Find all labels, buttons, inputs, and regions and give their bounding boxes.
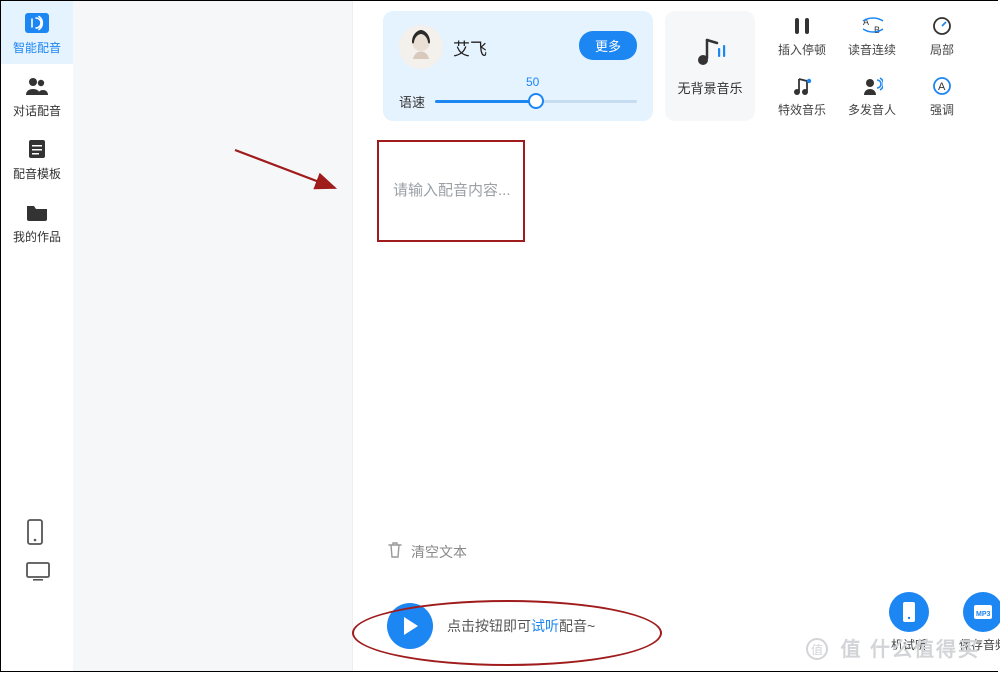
phone-icon[interactable] <box>25 518 49 542</box>
bgm-label: 无背景音乐 <box>677 78 742 97</box>
tools-group: 插入停顿 AB 读音连续 局部 特效音乐 多发音人 A 强调 <box>767 11 1000 121</box>
svg-text:B: B <box>874 25 880 35</box>
tool-sfx[interactable]: 特效音乐 <box>767 71 837 121</box>
tool-local[interactable]: 局部 <box>907 11 977 61</box>
ab-icon: AB <box>861 15 883 37</box>
music-icon <box>791 75 813 97</box>
phone-filled-icon <box>900 600 918 624</box>
desktop-icon[interactable] <box>25 560 49 584</box>
voice-name: 艾飞 <box>453 35 487 60</box>
nav-smart-voice[interactable]: 智能配音 <box>1 1 73 64</box>
nav-label: 配音模板 <box>13 165 61 182</box>
pause-icon <box>791 15 813 37</box>
play-icon <box>400 615 420 637</box>
play-hint: 点击按钮即可试听配音~ <box>447 616 595 636</box>
voice-card: 艾飞 更多 语速 50 <box>383 11 653 121</box>
phone-preview-button[interactable]: 机试听 <box>889 592 929 653</box>
play-row: 点击按钮即可试听配音~ <box>387 603 595 649</box>
speed-value: 50 <box>526 75 539 89</box>
mp3-icon: MP3 <box>972 602 994 622</box>
voice-more-button[interactable]: 更多 <box>579 31 637 60</box>
music-note-icon <box>695 36 725 66</box>
speed-row: 语速 50 <box>399 91 637 111</box>
save-row: 机试听 MP3 保存音频 <box>889 592 1000 653</box>
play-button[interactable] <box>387 603 433 649</box>
svg-text:A: A <box>938 81 946 93</box>
sidebar-secondary-panel <box>73 1 353 671</box>
trash-icon <box>387 541 403 562</box>
gauge-icon <box>931 15 953 37</box>
tool-multi-speaker[interactable]: 多发音人 <box>837 71 907 121</box>
voice-text-input[interactable] <box>383 151 989 521</box>
clear-text-button[interactable]: 清空文本 <box>387 541 467 562</box>
tool-emphasis[interactable]: A 强调 <box>907 71 977 121</box>
folder-icon <box>23 200 51 224</box>
speed-label: 语速 <box>399 92 425 111</box>
tool-pronunciation[interactable]: AB 读音连续 <box>837 11 907 61</box>
save-audio-button[interactable]: MP3 保存音频 <box>959 592 1000 653</box>
svg-text:MP3: MP3 <box>976 611 991 618</box>
nav-label: 智能配音 <box>13 39 61 56</box>
nav-my-works[interactable]: 我的作品 <box>1 190 73 253</box>
nav-dialog-voice[interactable]: 对话配音 <box>1 64 73 127</box>
clear-text-label: 清空文本 <box>411 542 467 562</box>
slider-thumb[interactable] <box>528 93 544 109</box>
speed-slider[interactable]: 50 <box>435 91 637 111</box>
people-icon <box>23 74 51 98</box>
voice-text-editor <box>383 151 989 521</box>
speaker-icon <box>23 11 51 35</box>
nav-label: 对话配音 <box>13 102 61 119</box>
document-icon <box>23 137 51 161</box>
voice-avatar[interactable] <box>399 25 443 69</box>
main-content: 艾飞 更多 语速 50 无背景音乐 插入停顿 <box>353 1 999 671</box>
top-cards-row: 艾飞 更多 语速 50 无背景音乐 插入停顿 <box>383 11 1000 131</box>
emphasis-icon: A <box>931 75 953 97</box>
nav-templates[interactable]: 配音模板 <box>1 127 73 190</box>
bgm-card[interactable]: 无背景音乐 <box>665 11 755 121</box>
sidebar-bottom-icons <box>1 518 73 584</box>
tool-insert-pause[interactable]: 插入停顿 <box>767 11 837 61</box>
person-voice-icon <box>861 75 883 97</box>
nav-label: 我的作品 <box>13 228 61 245</box>
